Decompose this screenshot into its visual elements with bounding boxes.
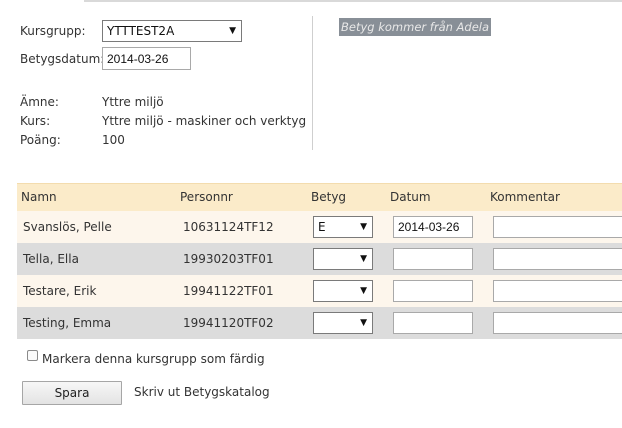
poang-label: Poäng: (20, 133, 61, 147)
betyg-select[interactable]: ▼ (313, 280, 373, 302)
student-personnr: 19941120TF02 (183, 316, 274, 330)
student-personnr: 10631124TF12 (183, 220, 274, 234)
kursgrupp-label: Kursgrupp: (20, 24, 86, 38)
student-name: Tella, Ella (23, 252, 79, 266)
kommentar-input[interactable] (493, 280, 622, 302)
kurs-value: Yttre miljö - maskiner och verktyg (102, 114, 307, 128)
datum-input[interactable] (393, 280, 473, 302)
grade-source-note: Betyg kommer från Adela (339, 18, 492, 36)
kommentar-input[interactable] (493, 248, 622, 270)
col-datum: Datum (390, 190, 431, 204)
top-border (0, 0, 622, 2)
table-row: Testing, Emma 19941120TF02 ▼ (17, 307, 622, 339)
table-header: Namn Personnr Betyg Datum Kommentar (17, 183, 622, 211)
chevron-down-icon: ▼ (360, 222, 367, 232)
vertical-divider (312, 16, 313, 150)
betyg-select[interactable]: ▼ (313, 248, 373, 270)
kursgrupp-selected: YTTTEST2A (107, 24, 175, 38)
student-name: Testare, Erik (23, 284, 97, 298)
student-name: Svanslös, Pelle (23, 220, 112, 234)
col-namn: Namn (21, 190, 57, 204)
table-row: Tella, Ella 19930203TF01 ▼ (17, 243, 622, 275)
print-betygskatalog-link[interactable]: Skriv ut Betygskatalog (134, 385, 270, 399)
betyg-selected: E (318, 220, 326, 234)
betygsdatum-label: Betygsdatum: (20, 52, 105, 66)
amne-value: Yttre miljö (102, 95, 164, 109)
datum-input[interactable] (393, 312, 473, 334)
betygsdatum-input[interactable] (102, 47, 191, 70)
kursgrupp-select[interactable]: YTTTEST2A ▼ (102, 20, 242, 42)
student-personnr: 19930203TF01 (183, 252, 274, 266)
col-kommentar: Kommentar (490, 190, 560, 204)
col-betyg: Betyg (311, 190, 347, 204)
poang-value: 100 (102, 133, 125, 147)
col-personnr: Personnr (180, 190, 233, 204)
kursgrupp-complete-label: Markera denna kursgrupp som färdig (42, 352, 265, 366)
datum-input[interactable] (393, 248, 473, 270)
student-personnr: 19941122TF01 (183, 284, 274, 298)
chevron-down-icon: ▼ (360, 318, 367, 328)
datum-input[interactable] (393, 216, 473, 238)
chevron-down-icon: ▼ (360, 254, 367, 264)
kommentar-input[interactable] (493, 216, 622, 238)
kommentar-input[interactable] (493, 312, 622, 334)
kursgrupp-complete-checkbox[interactable] (27, 350, 38, 361)
chevron-down-icon: ▼ (229, 26, 236, 36)
table-row: Svanslös, Pelle 10631124TF12 E ▼ (17, 211, 622, 243)
betyg-select[interactable]: E ▼ (313, 216, 373, 238)
student-name: Testing, Emma (23, 316, 112, 330)
betyg-select[interactable]: ▼ (313, 312, 373, 334)
kurs-label: Kurs: (20, 114, 51, 128)
amne-label: Ämne: (20, 95, 59, 109)
save-button[interactable]: Spara (22, 381, 122, 405)
table-row: Testare, Erik 19941122TF01 ▼ (17, 275, 622, 307)
chevron-down-icon: ▼ (360, 286, 367, 296)
